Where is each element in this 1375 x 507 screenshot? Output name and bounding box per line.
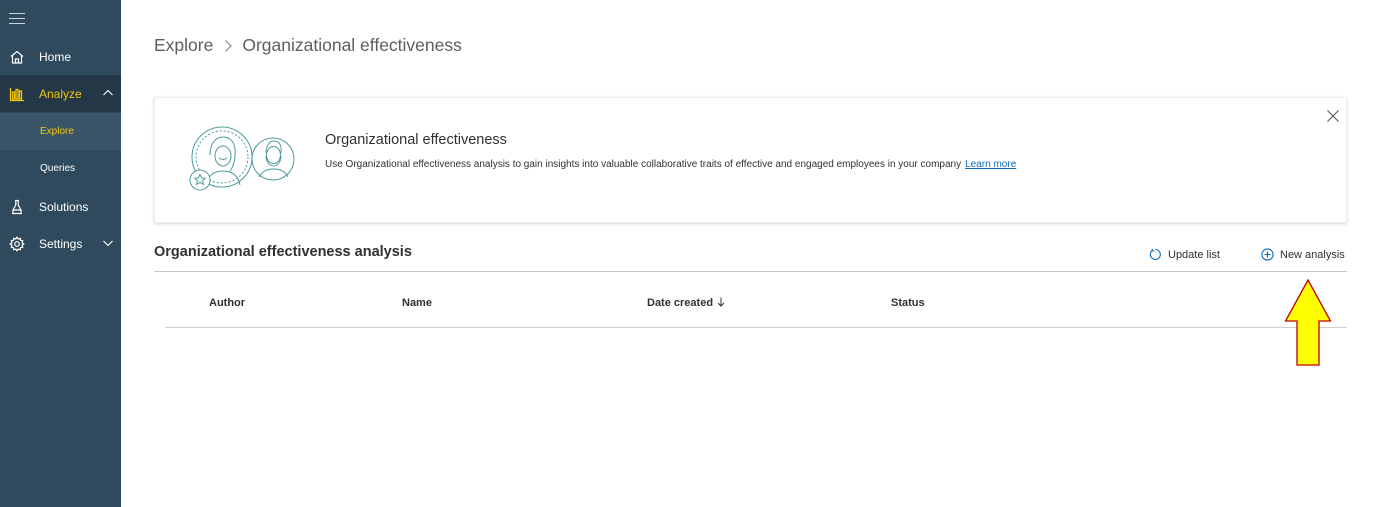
nav-label-analyze: Analyze — [39, 86, 82, 101]
column-header-date-created[interactable]: Date created — [647, 297, 725, 309]
new-analysis-button[interactable]: New analysis — [1261, 248, 1345, 261]
chevron-down-icon[interactable] — [102, 237, 114, 249]
home-icon — [10, 50, 24, 64]
chevron-up-icon[interactable] — [102, 87, 114, 99]
nav-label-settings: Settings — [39, 236, 83, 251]
nav-sublabel-queries: Queries — [40, 163, 76, 174]
page-title: Organizational effectiveness — [242, 35, 462, 55]
nav-label-home: Home — [39, 49, 72, 64]
column-header-name[interactable]: Name — [402, 297, 432, 309]
add-circle-icon — [1261, 248, 1274, 261]
breadcrumb: Explore Organizational effectiveness — [154, 35, 462, 56]
column-header-date-created-label: Date created — [647, 297, 714, 309]
update-list-label: Update list — [1168, 248, 1220, 261]
update-list-button[interactable]: Update list — [1149, 248, 1220, 261]
sort-descending-icon — [717, 297, 725, 307]
table-header-divider — [165, 327, 1347, 328]
nav-subitem-queries[interactable]: Queries — [0, 150, 121, 187]
nav-item-home[interactable]: Home — [0, 38, 121, 75]
refresh-icon — [1149, 248, 1161, 261]
learn-more-link[interactable]: Learn more — [965, 159, 1016, 170]
left-nav: Home Analyze Explore Queries Solutions S… — [0, 0, 121, 507]
gear-icon — [9, 236, 25, 252]
app-root: Home Analyze Explore Queries Solutions S… — [0, 0, 1375, 507]
nav-subitem-explore[interactable]: Explore — [0, 113, 121, 150]
hamburger-icon[interactable] — [9, 13, 25, 25]
new-analysis-label: New analysis — [1280, 248, 1345, 261]
nav-item-solutions[interactable]: Solutions — [0, 188, 121, 225]
banner-title: Organizational effectiveness — [325, 132, 507, 148]
flask-icon — [11, 199, 23, 215]
nav-sublabel-explore: Explore — [40, 126, 74, 137]
nav-label-solutions: Solutions — [39, 199, 89, 214]
section-divider — [154, 271, 1347, 272]
table-header: Author Name Date created Status — [154, 297, 1347, 313]
column-header-status[interactable]: Status — [891, 297, 925, 309]
close-icon[interactable] — [1326, 109, 1340, 123]
arrow-up-icon — [1284, 279, 1332, 366]
chevron-right-icon — [225, 39, 233, 52]
info-banner: Organizational effectiveness Use Organiz… — [154, 97, 1347, 223]
nav-item-settings[interactable]: Settings — [0, 225, 121, 262]
banner-description-text: Use Organizational effectiveness analysi… — [325, 159, 962, 170]
banner-description: Use Organizational effectiveness analysi… — [325, 159, 1016, 170]
breadcrumb-explore[interactable]: Explore — [154, 35, 213, 56]
nav-item-analyze[interactable]: Analyze — [0, 75, 121, 112]
people-illustration — [189, 126, 295, 191]
column-header-author[interactable]: Author — [209, 297, 245, 309]
section-title: Organizational effectiveness analysis — [154, 244, 412, 260]
bar-chart-icon — [9, 88, 24, 102]
